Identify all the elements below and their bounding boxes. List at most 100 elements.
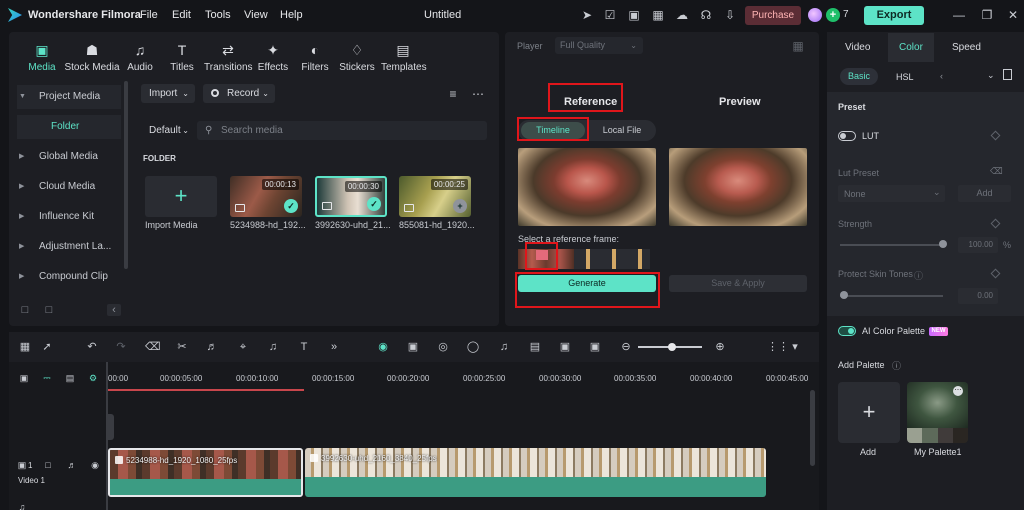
tab-video[interactable]: Video — [845, 42, 870, 53]
quality-dropdown[interactable]: Full Quality ⌄ — [555, 37, 643, 54]
restore-icon[interactable]: ❐ — [980, 8, 994, 22]
download-icon[interactable]: ⇩ — [722, 7, 738, 23]
grid-layout-icon[interactable]: ⋮⋮ — [767, 340, 789, 354]
avatar[interactable] — [808, 8, 822, 22]
add-palette-button[interactable]: + — [838, 382, 900, 443]
import-media-button[interactable]: + — [145, 176, 217, 217]
menu-view[interactable]: View — [244, 9, 268, 21]
ai-color-palette-toggle[interactable] — [838, 326, 856, 336]
sidebar-item-project-media[interactable]: ▼ Project Media — [17, 85, 121, 109]
frame-icon[interactable]: ▣ — [588, 340, 602, 354]
tab-speed[interactable]: Speed — [952, 42, 981, 53]
tab-templates[interactable]: ▤ Templates — [381, 32, 427, 78]
option-local-file[interactable]: Local File — [590, 122, 654, 139]
sidebar-scrollbar[interactable] — [124, 81, 128, 269]
sidebar-item-cloud-media[interactable]: ▶ Cloud Media — [17, 175, 121, 199]
lut-toggle[interactable] — [838, 131, 856, 141]
strength-slider-handle[interactable] — [939, 240, 947, 248]
camera-icon[interactable]: ▣ — [406, 340, 420, 354]
image-icon[interactable]: ▣ — [626, 7, 642, 23]
help-icon[interactable]: ⓘ — [892, 359, 901, 372]
import-dropdown[interactable]: Import ⌄ — [141, 84, 195, 103]
snap-icon[interactable]: ⚙ — [87, 373, 99, 383]
captions-track-icon[interactable]: ▤ — [64, 373, 76, 383]
delete-icon[interactable]: ⌫ — [145, 340, 161, 354]
save-apply-button[interactable]: Save & Apply — [669, 275, 807, 292]
captions-icon[interactable]: ▤ — [528, 340, 542, 354]
menu-help[interactable]: Help — [280, 9, 303, 21]
collapse-sidebar-icon[interactable]: ‹ — [107, 304, 121, 316]
zoom-out-icon[interactable]: ⊖ — [619, 340, 633, 354]
folder-icon[interactable]: □ — [42, 304, 56, 316]
filter-sort-icon[interactable]: ≡ — [445, 86, 461, 102]
audio-split-icon[interactable]: ♬ — [205, 340, 219, 354]
panel-toggle-icon[interactable] — [1003, 69, 1012, 80]
lut-add-button[interactable]: Add — [958, 185, 1011, 202]
tab-stock-media[interactable]: ☗ Stock Media — [64, 32, 120, 78]
sidebar-item-global-media[interactable]: ▶ Global Media — [17, 145, 121, 169]
eye-icon[interactable]: ◉ — [89, 460, 101, 470]
palette-card[interactable]: ⋯ — [907, 382, 968, 443]
protect-skin-input[interactable]: 0.00 — [958, 288, 998, 304]
timeline-clip[interactable]: 5234988-hd_1920_1080_25fps — [108, 448, 303, 497]
media-thumbnail[interactable]: 00:00:25 + — [399, 176, 471, 217]
lut-preset-dropdown[interactable]: None ⌄ — [838, 185, 945, 202]
microphone-icon[interactable]: ♫ — [497, 340, 511, 354]
tab-filters[interactable]: ◐ Filters — [299, 32, 331, 78]
scissors-icon[interactable]: ✂ — [175, 340, 189, 354]
undo-icon[interactable]: ↶ — [85, 340, 99, 354]
sidebar-item-adjustment-layer[interactable]: ▶ Adjustment La... — [17, 235, 121, 259]
generate-button[interactable]: Generate — [518, 275, 656, 292]
sidebar-item-compound-clip[interactable]: ▶ Compound Clip — [17, 265, 121, 289]
minimize-icon[interactable]: — — [952, 8, 966, 22]
stabilize-icon[interactable]: ◎ — [436, 340, 450, 354]
ai-toggle-icon[interactable]: ◉ — [376, 340, 390, 354]
search-input[interactable]: ⚲ Search media — [197, 121, 487, 140]
tab-stickers[interactable]: ♢ Stickers — [339, 32, 375, 78]
redo-icon[interactable]: ↷ — [114, 340, 128, 354]
send-icon[interactable]: ➤ — [579, 7, 595, 23]
palette-menu-icon[interactable]: ⋯ — [953, 386, 963, 396]
link-icon[interactable]: ⎓ — [41, 373, 53, 383]
protect-skin-slider-handle[interactable] — [840, 291, 848, 299]
tab-media[interactable]: ▣ Media — [25, 32, 59, 78]
menu-file[interactable]: File — [140, 9, 158, 21]
tab-reference[interactable]: Reference — [564, 96, 617, 108]
help-icon[interactable]: ⓘ — [914, 269, 923, 282]
save-icon[interactable]: ▦ — [650, 7, 666, 23]
chevron-down-icon[interactable]: ⌄ — [987, 70, 995, 81]
lock-icon[interactable]: □ — [42, 460, 54, 470]
strength-input[interactable]: 100.00 — [958, 237, 998, 253]
close-icon[interactable]: ✕ — [1006, 8, 1020, 22]
headset-icon[interactable]: ☊ — [698, 7, 714, 23]
strength-slider[interactable] — [840, 244, 943, 246]
purchase-button[interactable]: Purchase — [745, 6, 801, 25]
tab-transitions[interactable]: ⇄ Transitions — [204, 32, 253, 78]
record-dropdown[interactable]: Record ⌄ — [203, 84, 275, 103]
audio-icon[interactable]: ♫ — [266, 340, 280, 354]
new-folder-icon[interactable]: □ — [18, 304, 32, 316]
checklist-icon[interactable]: ☑ — [602, 7, 618, 23]
tab-audio[interactable]: ♫ Audio — [125, 32, 155, 78]
subtab-hsl[interactable]: HSL — [896, 72, 914, 82]
shield-icon[interactable]: ◯ — [466, 340, 480, 354]
sidebar-item-folder[interactable]: Folder — [17, 115, 121, 139]
text-tool-icon[interactable]: T — [297, 340, 311, 354]
playhead-handle[interactable] — [106, 414, 114, 440]
export-button[interactable]: Export — [864, 6, 924, 25]
more-options-icon[interactable]: ⋯ — [470, 86, 486, 102]
sort-dropdown[interactable]: Default ⌄ — [141, 121, 191, 140]
crop-icon[interactable]: ⌖ — [236, 340, 250, 354]
cloud-upload-icon[interactable]: ☁ — [674, 7, 690, 23]
sidebar-item-influence-kit[interactable]: ▶ Influence Kit — [17, 205, 121, 229]
zoom-in-icon[interactable]: ⊕ — [713, 340, 727, 354]
image-settings-icon[interactable]: ▣ — [558, 340, 572, 354]
select-tool-icon[interactable]: ➚ — [40, 340, 54, 354]
tab-effects[interactable]: ✦ Effects — [257, 32, 289, 78]
tab-preview[interactable]: Preview — [719, 96, 761, 108]
tab-titles[interactable]: T Titles — [167, 32, 197, 78]
timeline-scrollbar[interactable] — [810, 390, 815, 466]
chevron-left-icon[interactable]: ‹ — [940, 71, 943, 81]
tab-color[interactable]: Color — [899, 42, 923, 53]
layout-grid-icon[interactable]: ▦ — [18, 340, 32, 354]
